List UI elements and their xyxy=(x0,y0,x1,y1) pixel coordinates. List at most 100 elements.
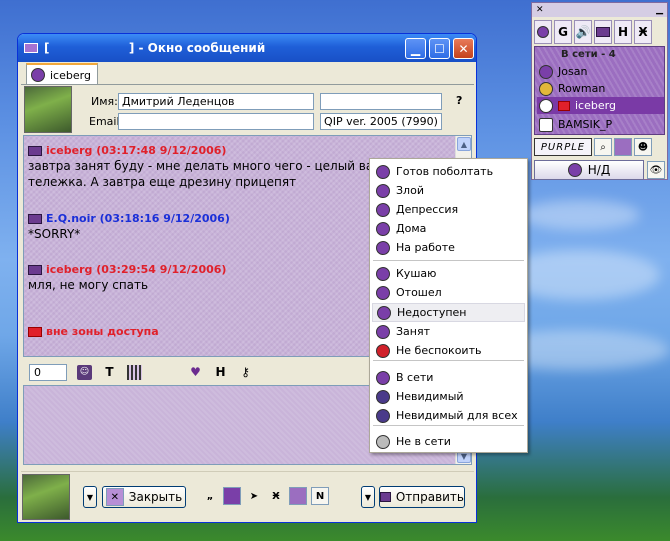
status-menu-item[interactable]: Готов поболтать xyxy=(372,162,525,181)
minimize-button[interactable]: ▁ xyxy=(405,38,426,59)
menu-separator xyxy=(373,425,524,426)
send-button[interactable]: Отправить xyxy=(379,486,465,508)
n-button[interactable]: N xyxy=(311,487,329,505)
status-menu-label: Кушаю xyxy=(396,267,437,280)
history-h-button[interactable]: H xyxy=(213,365,228,380)
contact-panel[interactable]: В сети - 4 Josan Rowman iceberg BAMSIK_P xyxy=(534,46,665,135)
minimize-icon[interactable]: ▁ xyxy=(656,5,663,15)
status-menu-item[interactable]: Злой xyxy=(372,181,525,200)
menu-icon[interactable] xyxy=(594,20,612,44)
contact-avatar xyxy=(24,86,72,133)
contact-row[interactable]: Rowman xyxy=(537,80,664,97)
text-format-button[interactable]: T xyxy=(102,365,117,380)
na-status-icon xyxy=(567,163,582,177)
status-icon xyxy=(377,305,391,320)
char-counter: 0 xyxy=(29,363,67,381)
bottom-bar: ▼ ✕ Закрыть „ ➤ Ӿ N ▼ Отправить xyxy=(21,471,474,521)
status-menu-item[interactable]: Не беспокоить xyxy=(372,341,525,360)
status-menu-label: Невидимый xyxy=(396,390,464,403)
status-icon xyxy=(376,240,390,255)
color-grid-icon[interactable] xyxy=(127,364,142,380)
smiley-icon[interactable]: ☺ xyxy=(77,364,92,380)
sound-icon[interactable]: 🔊 xyxy=(574,20,592,44)
chat-window-icon xyxy=(24,43,38,53)
eye-icon[interactable]: 👁 xyxy=(647,161,665,179)
message-line: тележка. А завтра еще дрезину прицепят xyxy=(28,175,297,189)
message-icon xyxy=(28,145,42,156)
settings-icon[interactable]: ☻ xyxy=(634,138,652,156)
message-header-text: E.Q.noir (03:18:16 9/12/2006) xyxy=(46,212,230,225)
contact-row[interactable]: BAMSIK_P xyxy=(537,116,664,133)
search-icon[interactable]: ⌕ xyxy=(594,138,612,156)
close-options-dropdown[interactable]: ▼ xyxy=(83,486,97,508)
heart-icon[interactable]: ♥ xyxy=(188,365,203,380)
status-menu-item[interactable]: Кушаю xyxy=(372,264,525,283)
g-button[interactable]: G xyxy=(554,20,572,44)
status-menu-item[interactable]: Дома xyxy=(372,219,525,238)
name-field[interactable]: Дмитрий Леденцов xyxy=(118,93,314,110)
status-menu-item[interactable]: Невидимый для всех xyxy=(372,406,525,425)
close-icon[interactable]: ✕ xyxy=(536,5,544,15)
close-x-icon: ✕ xyxy=(105,488,124,506)
status-icon xyxy=(376,221,390,236)
contact-name: Rowman xyxy=(558,82,606,95)
offline-flag-icon xyxy=(558,100,570,111)
contact-list-bottom-toolbar: PURPLE ⌕ ☻ xyxy=(534,138,652,158)
nickname-field[interactable] xyxy=(320,93,442,110)
status-menu-item[interactable]: Невидимый xyxy=(372,387,525,406)
status-menu-item[interactable]: В сети xyxy=(372,368,525,387)
status-menu-label: Невидимый для всех xyxy=(396,409,518,422)
minimize-icon: ▁ xyxy=(410,41,421,56)
contact-row-selected[interactable]: iceberg xyxy=(537,97,664,114)
status-message-text: вне зоны доступа xyxy=(46,325,159,338)
online-group-header[interactable]: В сети - 4 xyxy=(561,49,616,60)
h-button[interactable]: H xyxy=(614,20,632,44)
message-line: *SORRY* xyxy=(28,227,81,241)
status-icon xyxy=(376,202,390,217)
help-icon[interactable]: ? xyxy=(456,94,462,107)
status-menu-item[interactable]: Не в сети xyxy=(372,432,525,451)
email-field[interactable] xyxy=(118,113,314,130)
transfer-icon[interactable]: Ӿ xyxy=(267,487,285,505)
message-line: мля, не могу спать xyxy=(28,278,149,292)
message-icon xyxy=(28,213,42,224)
status-button[interactable]: Н/Д xyxy=(534,160,644,180)
status-menu-item[interactable]: Недоступен xyxy=(372,303,525,322)
tab-label: iceberg xyxy=(50,68,91,82)
pages-icon[interactable] xyxy=(289,487,307,505)
messages-icon[interactable] xyxy=(614,138,632,156)
cursor-icon[interactable]: ➤ xyxy=(245,487,263,505)
status-icon xyxy=(376,164,390,179)
scroll-up-button[interactable]: ▲ xyxy=(457,137,471,151)
status-menu-label: В сети xyxy=(396,371,434,384)
status-flower-icon[interactable] xyxy=(534,20,552,44)
client-version-field: QIP ver. 2005 (7990) xyxy=(320,113,442,130)
contact-row[interactable]: Josan xyxy=(537,63,664,80)
status-icon xyxy=(376,434,390,449)
status-message: вне зоны доступа xyxy=(28,325,159,338)
status-menu-label: Дома xyxy=(396,222,427,235)
status-menu-item[interactable]: На работе xyxy=(372,238,525,257)
status-menu-item[interactable]: Депрессия xyxy=(372,200,525,219)
status-menu-item[interactable]: Занят xyxy=(372,322,525,341)
send-options-dropdown[interactable]: ▼ xyxy=(361,486,375,508)
hand-status-icon xyxy=(539,98,553,113)
contact-list-titlebar[interactable]: ✕ ▁ xyxy=(532,3,667,17)
close-button[interactable]: ✕ Закрыть xyxy=(102,486,186,508)
quote-icon[interactable]: „ xyxy=(201,487,219,505)
close-icon: ✕ xyxy=(458,41,469,56)
menu-separator xyxy=(373,360,524,361)
close-window-button[interactable]: ✕ xyxy=(453,38,474,59)
status-menu-item[interactable]: Отошел xyxy=(372,283,525,302)
message-header-text: iceberg (03:29:54 9/12/2006) xyxy=(46,263,227,276)
status-icon xyxy=(376,285,390,300)
purple-button[interactable]: PURPLE xyxy=(534,138,592,156)
status-menu-label: Злой xyxy=(396,184,424,197)
tab-iceberg[interactable]: iceberg xyxy=(26,63,98,85)
key-icon[interactable]: ⚷ xyxy=(238,365,253,380)
name-label: Имя: xyxy=(91,95,118,108)
maximize-button[interactable]: ☐ xyxy=(429,38,450,59)
message-icon[interactable] xyxy=(223,487,241,505)
transfer-icon[interactable]: Ӿ xyxy=(634,20,652,44)
message-header: iceberg (03:29:54 9/12/2006) xyxy=(28,263,226,276)
